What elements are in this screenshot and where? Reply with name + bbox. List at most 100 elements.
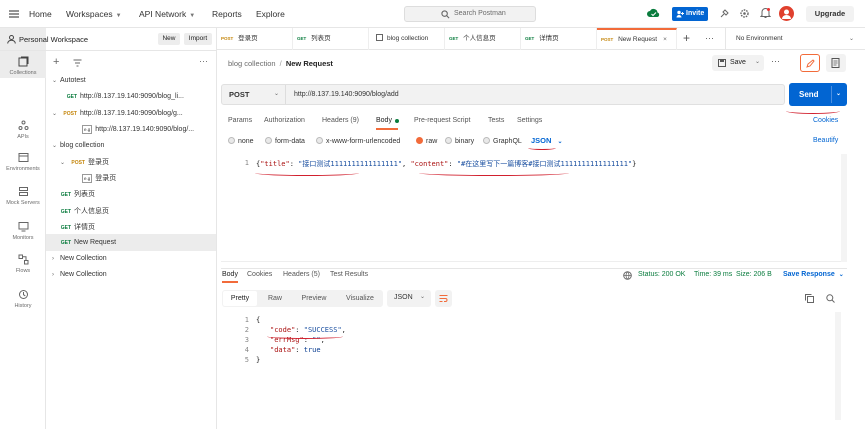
edit-button[interactable]	[800, 54, 820, 72]
more-icon[interactable]: ···	[199, 56, 208, 66]
tab-request-active[interactable]: POST New Request ×	[597, 28, 677, 50]
send-button[interactable]: Send ⌄	[789, 83, 847, 106]
menu-icon[interactable]	[8, 8, 20, 20]
save-button[interactable]: Save ⌄	[712, 55, 764, 71]
radio-urlencoded[interactable]: x-www-form-urlencoded	[316, 137, 416, 145]
nav-api-network[interactable]: API Network ▼	[139, 9, 195, 19]
method-select[interactable]: POST ⌄	[222, 85, 286, 104]
save-response-button[interactable]: Save Response ⌄	[783, 271, 844, 278]
tab-authorization[interactable]: Authorization	[264, 117, 305, 124]
tab-settings[interactable]: Settings	[517, 117, 542, 124]
add-icon[interactable]: +	[53, 56, 59, 68]
environments-icon	[18, 153, 28, 162]
tree-item-request[interactable]: ⌄ POST 登录页	[46, 155, 216, 170]
body-format-select[interactable]: JSON ⌄	[531, 136, 562, 145]
tree-item-collection[interactable]: › New Collection	[46, 267, 216, 282]
response-format-select[interactable]: JSON ⌄	[387, 290, 431, 307]
rail-flows[interactable]: Flows	[0, 254, 46, 274]
radio-graphql[interactable]: GraphQL	[483, 137, 528, 145]
beautify-link[interactable]: Beautify	[813, 137, 838, 144]
radio-binary[interactable]: binary	[445, 137, 483, 145]
rail-mock-servers-label: Mock Servers	[6, 200, 40, 206]
rail-mock-servers[interactable]: Mock Servers	[0, 186, 46, 206]
environment-select[interactable]: No Environment ⌄	[725, 28, 865, 50]
view-visualize[interactable]: Visualize	[338, 291, 382, 306]
tree-item-request-active[interactable]: GET New Request	[46, 234, 216, 251]
tree-item-request[interactable]: GET 个人信息页	[46, 204, 216, 219]
filter-icon[interactable]	[73, 59, 82, 67]
avatar[interactable]	[779, 6, 794, 21]
gear-icon[interactable]	[739, 8, 750, 19]
tab-headers[interactable]: Headers (9)	[322, 117, 359, 124]
nav-reports[interactable]: Reports	[212, 9, 242, 19]
view-raw[interactable]: Raw	[258, 291, 292, 306]
view-pretty[interactable]: Pretty	[223, 291, 257, 306]
tree-item-request[interactable]: GET http://8.137.19.140:9090/blog_li...	[46, 89, 216, 104]
nav-home[interactable]: Home	[29, 9, 52, 19]
docs-button[interactable]	[826, 54, 846, 72]
copy-icon[interactable]	[805, 294, 814, 303]
wrap-lines-button[interactable]	[435, 290, 452, 307]
radio-form-data[interactable]: form-data	[265, 137, 316, 145]
tab-collection[interactable]: blog collection	[369, 28, 445, 50]
tab-tests[interactable]: Tests	[488, 117, 504, 124]
rail-environments[interactable]: Environments	[0, 152, 46, 172]
tab-request[interactable]: GET 个人信息页	[445, 28, 521, 50]
radio-label: GraphQL	[493, 138, 522, 145]
satellite-icon[interactable]	[719, 8, 730, 19]
rail-collections[interactable]: Collections	[0, 56, 46, 76]
response-tab-test-results[interactable]: Test Results	[330, 271, 368, 278]
response-tab-cookies[interactable]: Cookies	[247, 271, 272, 278]
scrollbar[interactable]	[841, 154, 847, 262]
cookies-link[interactable]: Cookies	[813, 117, 838, 124]
breadcrumb-parent[interactable]: blog collection	[228, 59, 276, 68]
tree-item-request[interactable]: GET 列表页	[46, 187, 216, 202]
tree-item-blog-collection[interactable]: ⌄ blog collection	[46, 138, 216, 153]
tree-item-request[interactable]: ⌄ POST http://8.137.19.140:9090/blog/g...	[46, 106, 216, 121]
radio-icon	[228, 137, 235, 144]
rail-monitors[interactable]: Monitors	[0, 221, 46, 241]
new-button[interactable]: New	[158, 33, 180, 45]
radio-label: binary	[455, 138, 475, 145]
close-icon[interactable]: ×	[663, 36, 667, 43]
tab-body[interactable]: Body	[376, 117, 392, 124]
tab-request[interactable]: GET 详情页	[521, 28, 597, 50]
search-input[interactable]: Search Postman	[404, 6, 536, 22]
sync-status-icon[interactable]	[647, 8, 660, 20]
view-preview[interactable]: Preview	[293, 291, 335, 306]
tree-item-request[interactable]: GET 详情页	[46, 220, 216, 235]
tab-pre-request-script[interactable]: Pre-request Script	[414, 117, 470, 124]
rail-apis[interactable]: APIs	[0, 120, 46, 140]
tree-item-autotest[interactable]: ⌄ Autotest	[46, 73, 216, 88]
radio-none[interactable]: none	[228, 137, 265, 145]
nav-workspaces[interactable]: Workspaces ▼	[66, 9, 122, 19]
more-options-icon[interactable]: ···	[771, 56, 780, 66]
more-tabs-icon[interactable]: ···	[705, 33, 714, 43]
tree-item-collection[interactable]: › New Collection	[46, 251, 216, 266]
new-tab-icon[interactable]: +	[683, 31, 690, 45]
tree-item-example[interactable]: e.g http://8.137.19.140:9090/blog/...	[46, 122, 216, 137]
workspace-name[interactable]: Personal Workspace	[19, 35, 88, 44]
tree-item-example[interactable]: e.g 登录页	[46, 171, 216, 186]
response-body[interactable]: 1 2 3 4 5 { "code": "SUCCESS", "errMsg":…	[221, 312, 841, 422]
radio-raw[interactable]: raw	[416, 137, 445, 145]
url-input[interactable]: http://8.137.19.140:9090/blog/add	[294, 91, 399, 98]
bell-icon[interactable]	[760, 7, 771, 19]
json-value: "SUCCESS"	[303, 326, 342, 334]
tab-params[interactable]: Params	[228, 117, 252, 124]
scrollbar[interactable]	[835, 312, 841, 420]
search-icon[interactable]	[826, 294, 835, 303]
response-tab-headers[interactable]: Headers (5)	[283, 271, 320, 278]
response-tab-body[interactable]: Body	[222, 271, 238, 278]
tab-request[interactable]: GET 列表页	[293, 28, 369, 50]
import-button[interactable]: Import	[184, 33, 212, 45]
tab-label: New Request	[618, 36, 658, 43]
body-editor[interactable]: 1 {"title": "接口测试1111111111111111", "con…	[221, 154, 847, 262]
invite-button[interactable]: Invite	[672, 7, 708, 21]
tab-request[interactable]: POST 登录页	[217, 28, 293, 50]
nav-explore[interactable]: Explore	[256, 9, 285, 19]
upgrade-button[interactable]: Upgrade	[806, 6, 854, 22]
rail-history[interactable]: History	[0, 289, 46, 309]
globe-icon[interactable]	[623, 271, 632, 280]
tree-item-label: blog collection	[60, 142, 105, 149]
